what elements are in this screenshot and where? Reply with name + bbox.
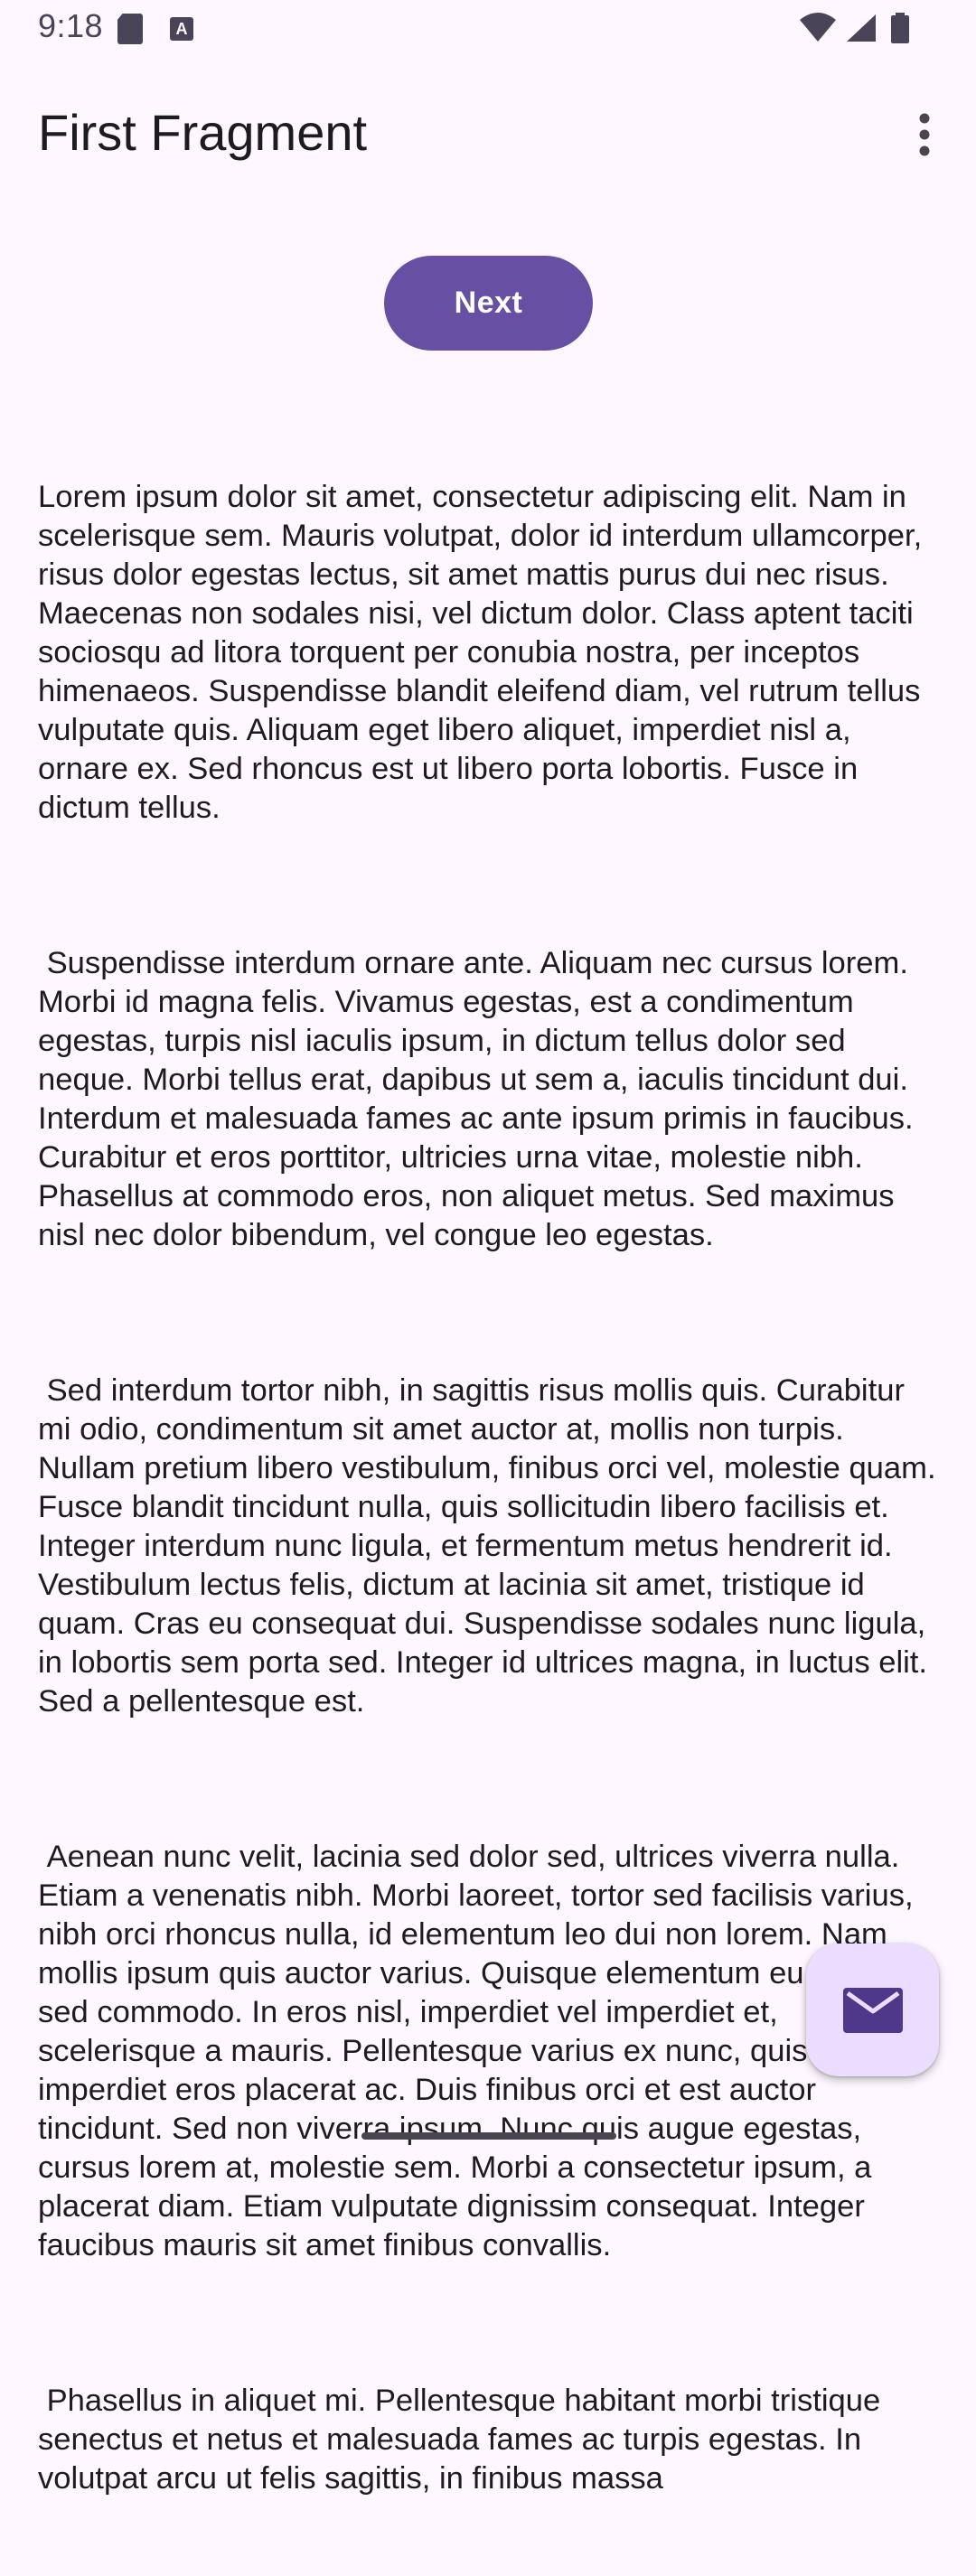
next-button[interactable]: Next: [384, 256, 593, 351]
sd-card-icon: [117, 14, 143, 44]
a-icon: A: [170, 17, 193, 41]
paragraph: Suspendisse interdum ornare ante. Aliqua…: [38, 946, 923, 1252]
status-bar: 9:18 A: [0, 0, 976, 60]
signal-icon: [845, 13, 877, 48]
status-time: 9:18: [38, 7, 104, 44]
top-app-bar: First Fragment: [0, 60, 976, 211]
overflow-menu-button[interactable]: [895, 105, 954, 164]
email-fab-button[interactable]: [806, 1944, 939, 2076]
paragraph: Lorem ipsum dolor sit amet, consectetur …: [38, 480, 931, 825]
wifi-icon: [800, 13, 836, 48]
paragraph: Sed interdum tortor nibh, in sagittis ri…: [38, 1373, 945, 1719]
paragraph: Aenean nunc velit, lacinia sed dolor sed…: [38, 1840, 914, 2262]
page-title: First Fragment: [38, 104, 368, 161]
battery-icon: [890, 13, 910, 48]
paragraph: Phasellus in aliquet mi. Pellentesque ha…: [38, 2384, 889, 2496]
gesture-navigation-bar[interactable]: [361, 2132, 616, 2140]
body-text: Lorem ipsum dolor sit amet, consectetur …: [38, 400, 942, 2576]
email-icon: [842, 1987, 903, 2033]
more-vert-icon: [919, 113, 930, 156]
